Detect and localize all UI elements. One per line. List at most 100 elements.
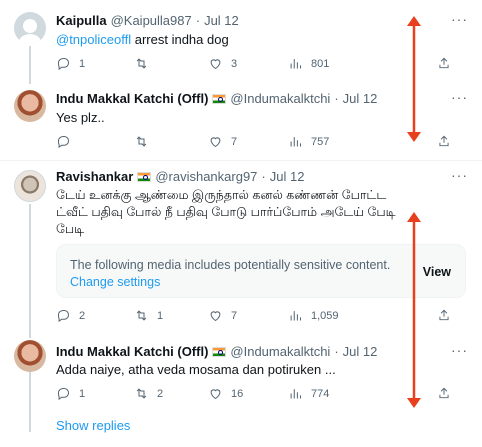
like-count: 7 xyxy=(231,309,238,322)
annotation-arrow-top xyxy=(404,14,424,149)
retweet-icon xyxy=(136,136,147,147)
views-button[interactable]: 774 xyxy=(288,386,329,401)
author-name[interactable]: Ravishankar xyxy=(56,169,133,184)
tweet-date[interactable]: Jul 12 xyxy=(204,13,239,28)
reply-button[interactable] xyxy=(56,134,79,149)
share-button[interactable] xyxy=(437,56,451,70)
reply-count: 1 xyxy=(79,57,86,70)
show-replies-link[interactable]: Show replies xyxy=(56,418,130,433)
views-icon xyxy=(290,137,301,147)
separator-dot: · xyxy=(195,13,201,28)
like-button[interactable]: 7 xyxy=(208,308,237,323)
like-count: 3 xyxy=(231,57,238,70)
view-button[interactable]: View xyxy=(423,265,451,279)
author-handle[interactable]: @Indumakalktchi xyxy=(230,344,330,359)
tweet-actions: 7 757 xyxy=(56,134,449,152)
more-icon[interactable]: ··· xyxy=(451,167,468,183)
like-button[interactable]: 16 xyxy=(208,386,243,401)
reply-icon xyxy=(57,310,70,323)
views-icon xyxy=(290,59,301,69)
more-icon[interactable]: ··· xyxy=(451,342,468,358)
mention-link[interactable]: @tnpoliceoffl xyxy=(56,32,131,47)
author-handle[interactable]: @Kaipulla987 xyxy=(111,13,192,28)
retweet-button[interactable] xyxy=(134,56,157,71)
retweet-icon xyxy=(136,388,147,399)
annotation-arrow-bottom xyxy=(404,210,424,415)
tweet-text: @tnpoliceoffl arrest indha dog xyxy=(56,31,436,48)
avatar[interactable] xyxy=(14,90,46,122)
reply-icon xyxy=(57,388,70,401)
avatar[interactable] xyxy=(14,12,46,44)
reply-count: 1 xyxy=(79,387,86,400)
tweet-date[interactable]: Jul 12 xyxy=(343,344,378,359)
like-icon xyxy=(210,389,221,400)
retweet-icon xyxy=(136,310,147,321)
views-count: 757 xyxy=(311,135,330,148)
tweet-date[interactable]: Jul 12 xyxy=(343,91,378,106)
author-name[interactable]: Kaipulla xyxy=(56,13,107,28)
share-button[interactable] xyxy=(437,386,451,400)
tweet-actions: 2 1 7 1,059 xyxy=(56,308,449,326)
more-icon[interactable]: ··· xyxy=(451,89,468,105)
share-icon xyxy=(439,309,449,321)
share-icon xyxy=(439,57,449,69)
author-handle[interactable]: @ravishankarg97 xyxy=(155,169,257,184)
like-icon xyxy=(210,59,221,70)
separator-dot: · xyxy=(334,344,339,359)
retweet-button[interactable]: 2 xyxy=(134,386,163,401)
retweet-count: 1 xyxy=(157,309,164,322)
tweet-text: டேய் உனக்கு ஆண்மை இருந்தால் கனல் கண்ணன் … xyxy=(56,188,396,236)
tweet-header: Indu Makkal Katchi (Offl) @Indumakalktch… xyxy=(56,91,377,106)
share-icon xyxy=(439,387,449,399)
reply-icon xyxy=(57,136,70,149)
separator-dot: · xyxy=(334,91,339,106)
share-icon xyxy=(439,135,449,147)
share-button[interactable] xyxy=(437,308,451,322)
avatar[interactable] xyxy=(14,170,46,202)
india-flag-icon xyxy=(212,346,227,357)
author-handle[interactable]: @Indumakalktchi xyxy=(230,91,330,106)
retweet-count: 2 xyxy=(157,387,164,400)
tweet-header: Ravishankar @ravishankarg97 · Jul 12 xyxy=(56,169,304,184)
views-count: 1,059 xyxy=(311,309,339,322)
author-name[interactable]: Indu Makkal Katchi (Offl) xyxy=(56,91,208,106)
thread-line xyxy=(29,372,31,432)
tweet-header: Kaipulla @Kaipulla987 · Jul 12 xyxy=(56,13,239,28)
retweet-icon xyxy=(136,58,147,69)
india-flag-icon xyxy=(137,171,152,182)
views-button[interactable]: 757 xyxy=(288,134,329,149)
like-count: 7 xyxy=(231,135,238,148)
tweet-date[interactable]: Jul 12 xyxy=(270,169,305,184)
change-settings-link[interactable]: Change settings xyxy=(70,275,160,289)
retweet-button[interactable] xyxy=(134,134,157,149)
avatar[interactable] xyxy=(14,340,46,372)
reply-button[interactable]: 1 xyxy=(56,386,85,401)
tweet-actions: 1 2 16 774 xyxy=(56,386,449,404)
views-icon xyxy=(290,311,301,321)
tweet-text: Yes plz.. xyxy=(56,110,105,125)
divider xyxy=(0,160,482,161)
reply-button[interactable]: 1 xyxy=(56,56,85,71)
like-icon xyxy=(210,311,221,322)
separator-dot: · xyxy=(261,169,266,184)
retweet-button[interactable]: 1 xyxy=(134,308,163,323)
india-flag-icon xyxy=(212,93,227,104)
views-count: 801 xyxy=(311,57,330,70)
views-button[interactable]: 1,059 xyxy=(288,308,339,323)
like-button[interactable]: 3 xyxy=(208,56,237,71)
reply-count: 2 xyxy=(79,309,86,322)
more-icon[interactable]: ··· xyxy=(451,11,468,27)
share-button[interactable] xyxy=(437,134,451,148)
thread-line xyxy=(29,204,31,338)
reply-button[interactable]: 2 xyxy=(56,308,85,323)
like-count: 16 xyxy=(231,387,244,400)
author-name[interactable]: Indu Makkal Katchi (Offl) xyxy=(56,344,208,359)
like-button[interactable]: 7 xyxy=(208,134,237,149)
views-count: 774 xyxy=(311,387,330,400)
thread-line xyxy=(29,46,31,84)
reply-icon xyxy=(57,58,70,71)
tweet-actions: 1 3 801 xyxy=(56,56,449,74)
views-button[interactable]: 801 xyxy=(288,56,329,71)
like-icon xyxy=(210,137,221,148)
tweet-text: Adda naiye, atha veda mosama dan potiruk… xyxy=(56,362,336,377)
